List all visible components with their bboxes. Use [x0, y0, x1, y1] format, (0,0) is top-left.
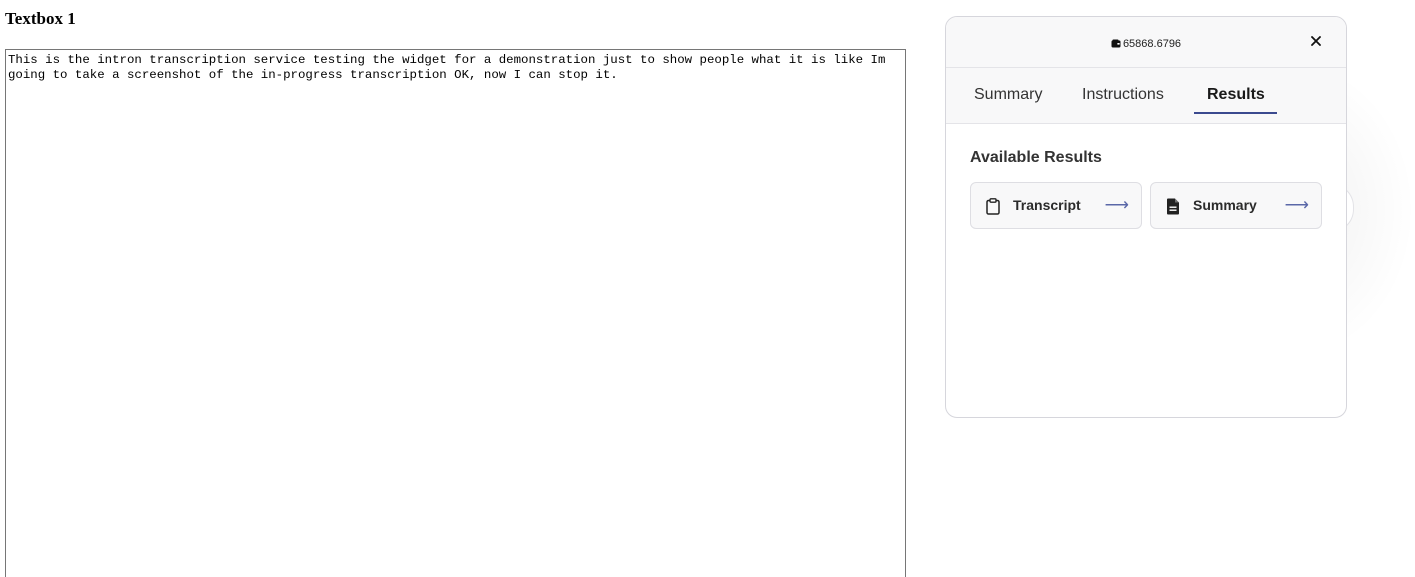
- available-results-title: Available Results: [970, 149, 1102, 166]
- session-id-display: 65868.6796: [946, 37, 1346, 52]
- close-button[interactable]: [1308, 33, 1324, 49]
- arrow-right-icon: ⟶: [1284, 195, 1309, 214]
- document-icon: [1166, 198, 1180, 220]
- transcript-label: Transcript: [1013, 197, 1081, 213]
- close-icon: [1311, 36, 1321, 46]
- wallet-icon: [1111, 38, 1121, 52]
- tab-results[interactable]: Results: [1207, 85, 1265, 105]
- clipboard-icon: [986, 198, 1000, 220]
- textbox-heading: Textbox 1: [5, 9, 76, 28]
- summary-result-button[interactable]: Summary ⟶: [1150, 182, 1322, 229]
- tab-instructions[interactable]: Instructions: [1082, 85, 1164, 105]
- active-tab-indicator: [1194, 112, 1277, 114]
- transcription-widget: 65868.6796 Summary Instructions Results …: [945, 16, 1347, 418]
- summary-label: Summary: [1193, 197, 1257, 213]
- widget-header: 65868.6796: [946, 17, 1346, 68]
- arrow-right-icon: ⟶: [1104, 195, 1129, 214]
- widget-tabs: Summary Instructions Results: [946, 68, 1346, 124]
- transcript-result-button[interactable]: Transcript ⟶: [970, 182, 1142, 229]
- tab-summary[interactable]: Summary: [974, 85, 1042, 105]
- session-id-text: 65868.6796: [1122, 38, 1182, 50]
- transcription-textbox[interactable]: This is the intron transcription service…: [5, 49, 906, 577]
